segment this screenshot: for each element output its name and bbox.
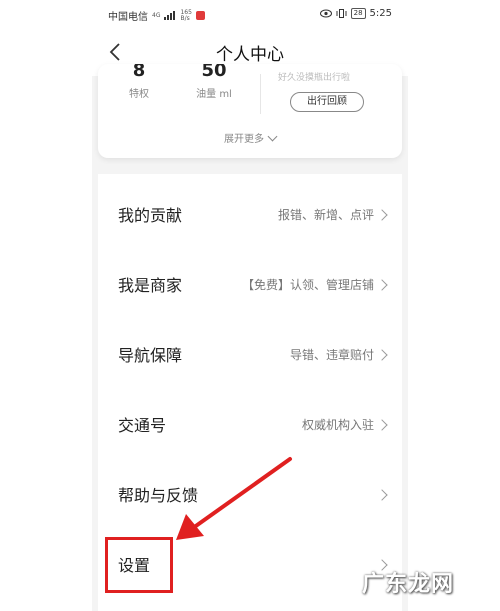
trip-review-button[interactable]: 出行回顾 <box>290 92 364 112</box>
record-icon <box>195 11 205 20</box>
menu-item-label: 导航保障 <box>118 346 183 365</box>
eye-icon <box>319 9 332 18</box>
stat-fuel[interactable]: 50 油量 ml <box>184 64 244 100</box>
stat-value: 8 <box>132 64 146 81</box>
vibrate-icon <box>336 9 347 18</box>
page-title: 个人中心 <box>216 45 284 65</box>
chevron-right-icon <box>376 209 388 221</box>
chevron-down-icon <box>267 131 278 142</box>
right-margin <box>408 0 500 611</box>
expand-more-label: 展开更多 <box>224 134 264 145</box>
menu-item-desc: 导错、违章赔付 <box>289 348 374 362</box>
stat-label: 油量 ml <box>196 89 232 100</box>
stat-value: 50 <box>201 64 227 81</box>
trip-hint: 好久没摸瓶出行啦 <box>278 73 351 83</box>
phone-screen: 中国电信 4G 165 B/s 28 5:25 个人中心 8 特权 50 油量 … <box>92 0 408 611</box>
menu-item-nav-guarantee[interactable]: 导航保障 导错、违章赔付 <box>98 318 402 388</box>
menu-item-desc: 权威机构入驻 <box>301 418 374 432</box>
net-speed: 165 B/s <box>180 9 191 22</box>
menu-item-traffic-account[interactable]: 交通号 权威机构入驻 <box>98 388 402 458</box>
chevron-right-icon <box>376 279 388 291</box>
menu-item-desc: 【免费】认领、管理店铺 <box>241 278 374 292</box>
menu-item-label: 我是商家 <box>118 276 183 295</box>
left-margin <box>0 0 92 611</box>
net-speed-unit: B/s <box>180 14 190 22</box>
expand-more-button[interactable]: 展开更多 <box>98 130 402 145</box>
divider <box>260 74 261 114</box>
menu-item-label: 我的贡献 <box>118 206 183 225</box>
menu-item-desc: 报错、新增、点评 <box>277 208 374 222</box>
clock: 5:25 <box>369 8 392 19</box>
annotation-highlight-box <box>105 537 173 593</box>
menu-item-merchant[interactable]: 我是商家 【免费】认领、管理店铺 <box>98 248 402 318</box>
menu-item-help-feedback[interactable]: 帮助与反馈 <box>98 458 402 528</box>
carrier-name: 中国电信 <box>108 12 148 23</box>
chevron-right-icon <box>376 489 388 501</box>
stat-privileges[interactable]: 8 特权 <box>114 64 164 100</box>
chevron-right-icon <box>376 349 388 361</box>
chevron-right-icon <box>376 419 388 431</box>
stat-label: 特权 <box>129 89 149 100</box>
signal-icon <box>164 11 176 20</box>
menu-item-label: 帮助与反馈 <box>118 486 199 505</box>
stats-card: 8 特权 50 油量 ml 好久没摸瓶出行啦 出行回顾 展开更多 <box>98 64 402 158</box>
status-bar: 中国电信 4G 165 B/s 28 5:25 <box>92 0 408 28</box>
watermark: 广东龙网 <box>362 572 455 597</box>
network-type: 4G <box>152 11 161 19</box>
menu-item-label: 交通号 <box>118 416 167 435</box>
battery-icon: 28 <box>350 8 366 19</box>
menu-item-contribution[interactable]: 我的贡献 报错、新增、点评 <box>98 178 402 248</box>
